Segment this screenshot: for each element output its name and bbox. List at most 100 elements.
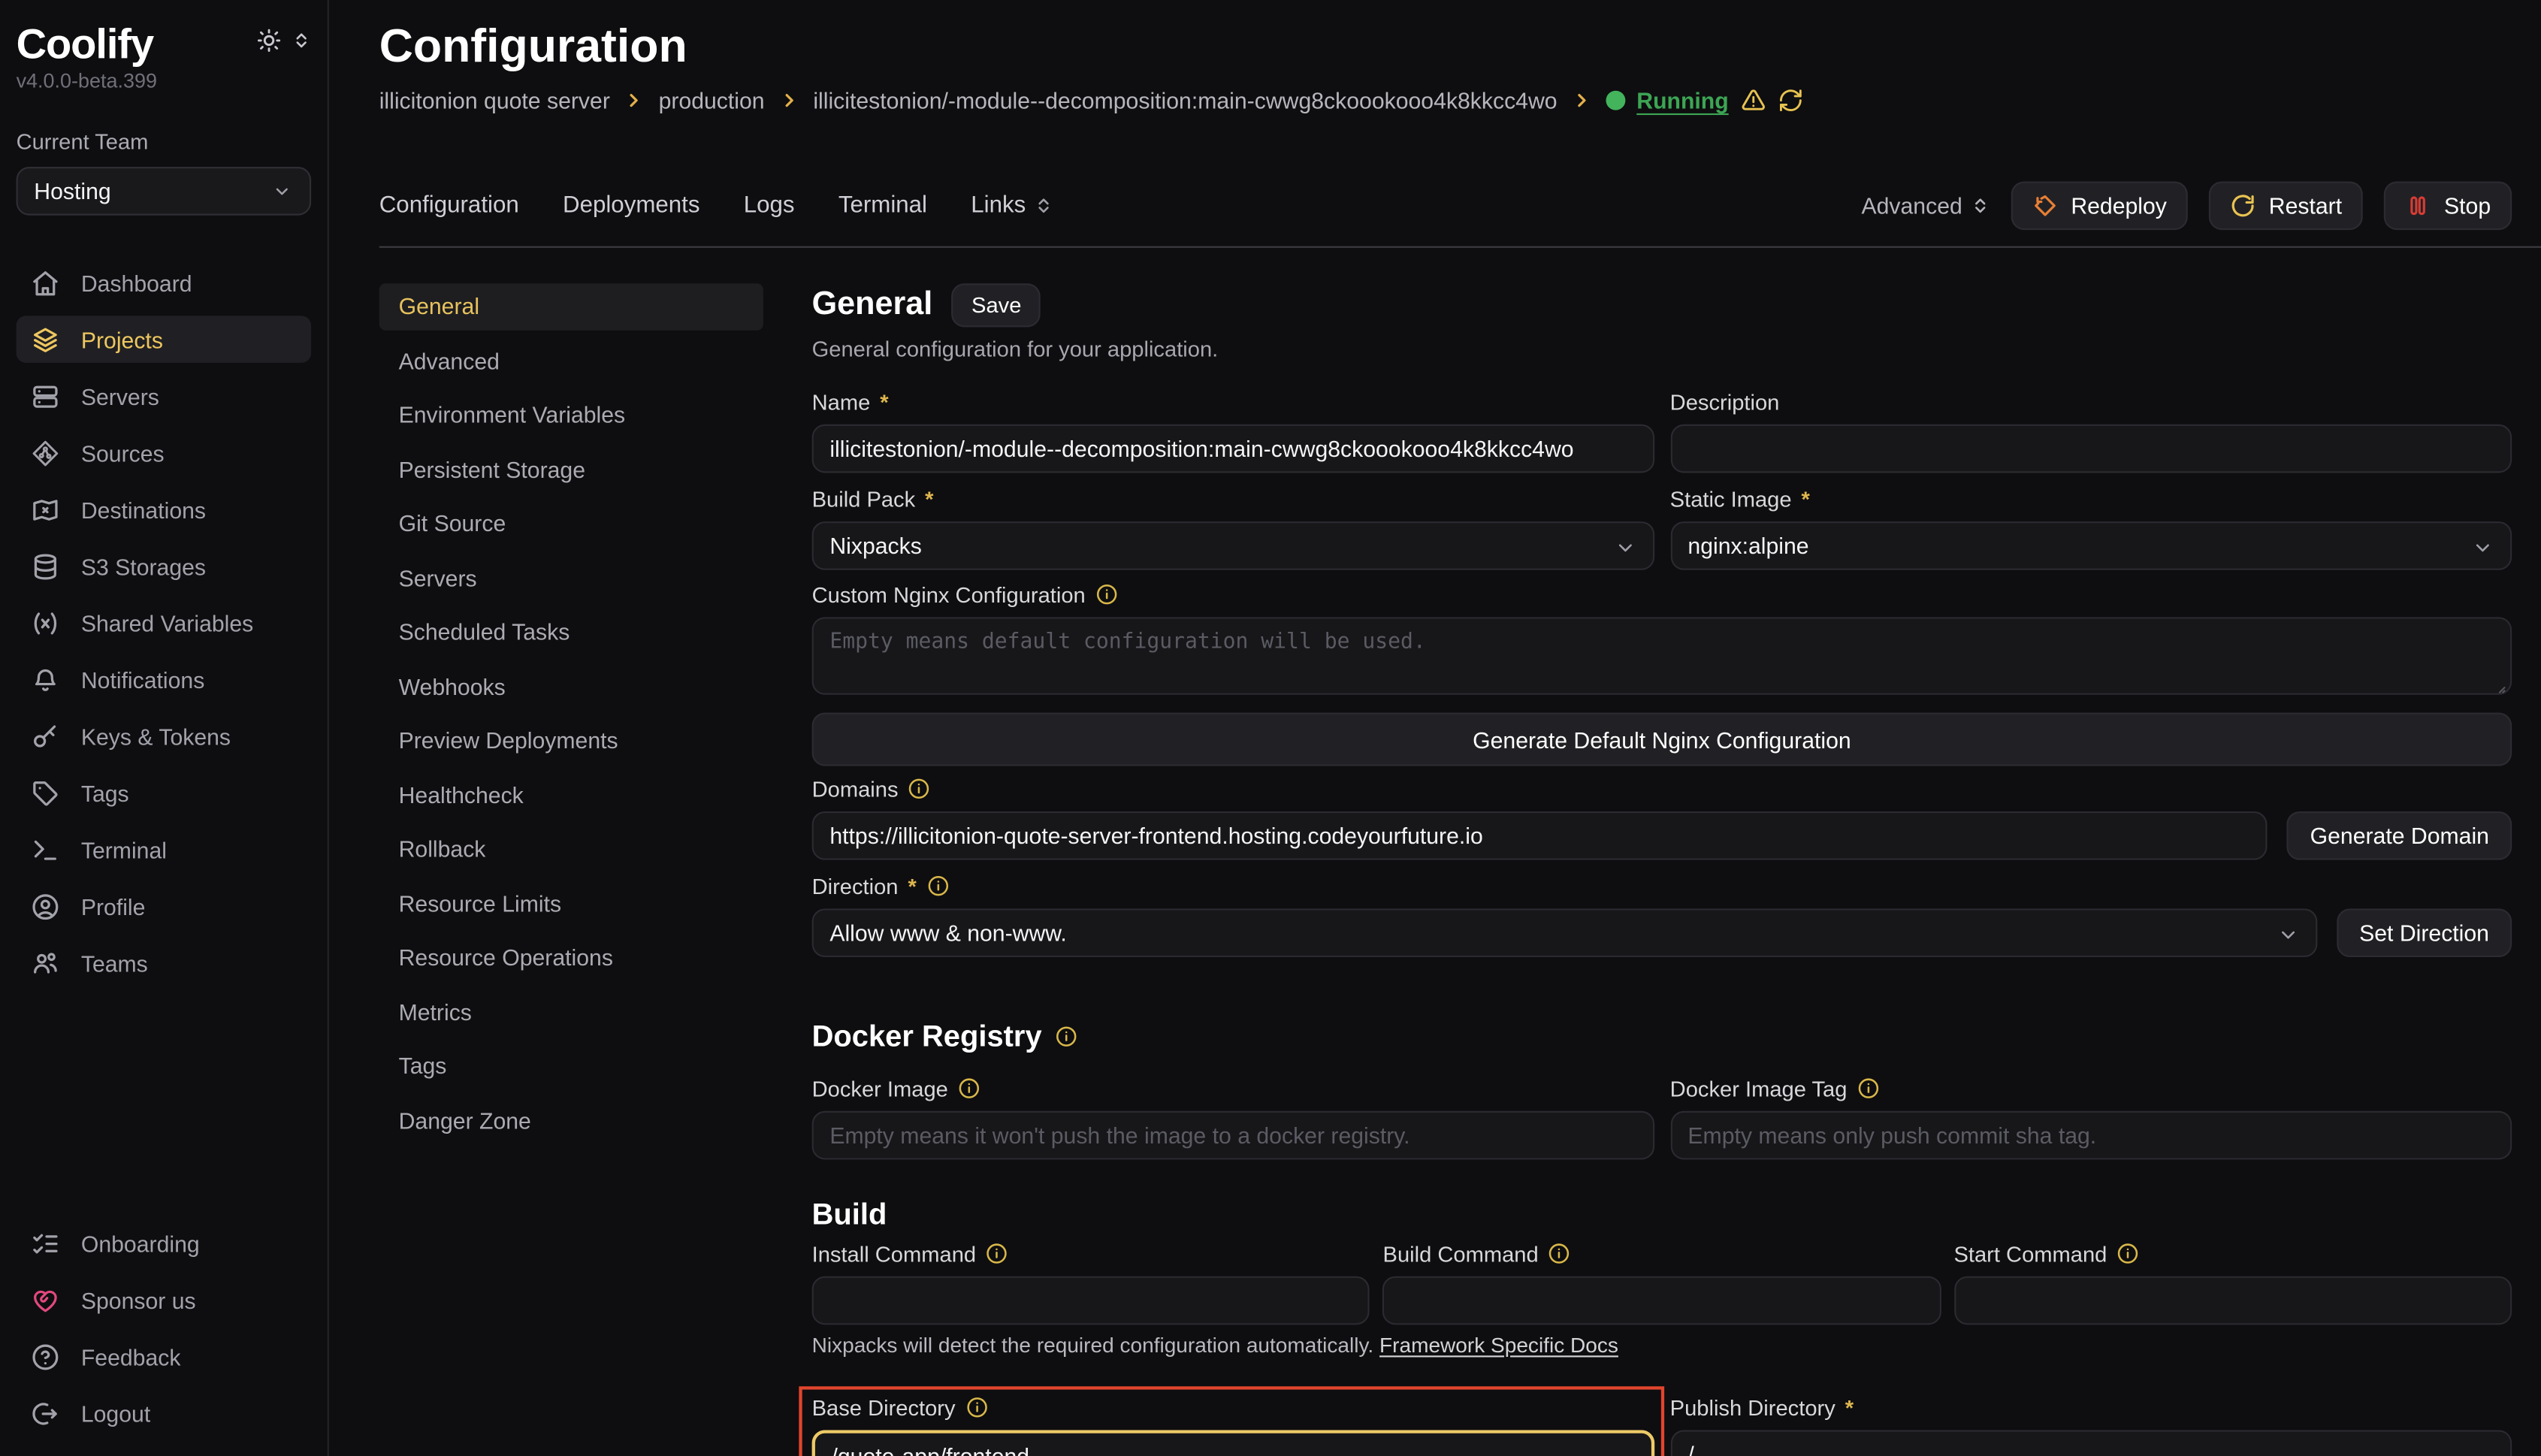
domains-label: Domains [812, 777, 899, 801]
info-icon[interactable] [1055, 1026, 1077, 1048]
logout-icon [31, 1398, 60, 1427]
base-directory-input[interactable] [812, 1430, 1654, 1455]
generate-nginx-button[interactable]: Generate Default Nginx Configuration [812, 713, 2512, 766]
breadcrumb-environment[interactable]: production [659, 87, 765, 113]
base-directory-field: Base Directory [812, 1396, 1654, 1456]
info-icon[interactable] [965, 1396, 988, 1418]
subnav-item-git-source[interactable]: Git Source [379, 500, 763, 546]
sidebar-item-logout[interactable]: Logout [17, 1390, 312, 1437]
docker-image-input[interactable] [812, 1111, 1654, 1160]
sidebar-item-label: Onboarding [81, 1230, 200, 1255]
sidebar-item-label: S3 Storages [81, 553, 206, 578]
sidebar-item-onboarding[interactable]: Onboarding [17, 1219, 312, 1267]
name-input[interactable] [812, 424, 1654, 473]
info-icon[interactable] [2116, 1242, 2139, 1264]
sidebar-item-profile[interactable]: Profile [17, 883, 312, 930]
domains-input[interactable] [812, 811, 2268, 860]
sidebar-item-keys-tokens[interactable]: Keys & Tokens [17, 713, 312, 760]
redeploy-icon [2032, 193, 2059, 219]
build-pack-select[interactable]: Nixpacks [812, 521, 1654, 570]
theme-sun-icon[interactable] [256, 28, 283, 53]
subnav-item-danger-zone[interactable]: Danger Zone [379, 1097, 763, 1143]
subnav-item-resource-limits[interactable]: Resource Limits [379, 881, 763, 926]
subnav-item-general[interactable]: General [379, 283, 763, 329]
info-icon[interactable] [986, 1242, 1008, 1264]
sidebar-item-destinations[interactable]: Destinations [17, 486, 312, 533]
sidebar-item-terminal[interactable]: Terminal [17, 826, 312, 873]
tab-terminal[interactable]: Terminal [838, 193, 927, 219]
sidebar-item-label: Shared Variables [81, 610, 253, 636]
framework-docs-link[interactable]: Framework Specific Docs [1379, 1333, 1618, 1357]
stop-button[interactable]: Stop [2384, 181, 2512, 230]
start-command-input[interactable] [1953, 1276, 2512, 1325]
subnav-item-persistent-storage[interactable]: Persistent Storage [379, 446, 763, 492]
subnav-item-scheduled-tasks[interactable]: Scheduled Tasks [379, 609, 763, 655]
sidebar-item-servers[interactable]: Servers [17, 373, 312, 420]
install-command-input[interactable] [812, 1276, 1370, 1325]
tab-links[interactable]: Links [971, 193, 1053, 219]
info-icon[interactable] [926, 875, 949, 897]
subnav-item-rollback[interactable]: Rollback [379, 826, 763, 871]
sidebar-item-s3-storages[interactable]: S3 Storages [17, 542, 312, 590]
redeploy-button[interactable]: Redeploy [2011, 181, 2188, 230]
sidebar-item-shared-variables[interactable]: Shared Variables [17, 600, 312, 647]
subnav-item-resource-operations[interactable]: Resource Operations [379, 935, 763, 980]
sidebar-item-notifications[interactable]: Notifications [17, 656, 312, 703]
warning-triangle-icon[interactable] [1740, 87, 1766, 113]
generate-domain-button[interactable]: Generate Domain [2287, 811, 2512, 860]
subnav-item-tags[interactable]: Tags [379, 1043, 763, 1089]
info-icon[interactable] [1857, 1077, 1879, 1100]
subnav-item-environment-variables[interactable]: Environment Variables [379, 392, 763, 438]
sidebar: Coolify v4.0.0-beta.399 Current Team Hos… [0, 0, 329, 1456]
subnav-item-webhooks[interactable]: Webhooks [379, 663, 763, 709]
docker-image-tag-label: Docker Image Tag [1670, 1076, 1848, 1100]
breadcrumb-project[interactable]: illicitonion quote server [379, 87, 610, 113]
stop-icon [2405, 193, 2431, 219]
sidebar-item-projects[interactable]: Projects [17, 316, 312, 363]
sidebar-item-sponsor[interactable]: Sponsor us [17, 1276, 312, 1324]
info-icon[interactable] [1548, 1242, 1571, 1264]
subnav-item-servers[interactable]: Servers [379, 554, 763, 600]
sidebar-item-tags[interactable]: Tags [17, 769, 312, 817]
build-command-field: Build Command [1383, 1242, 1941, 1325]
sidebar-item-teams[interactable]: Teams [17, 939, 312, 986]
status-badge: Running [1606, 87, 1803, 113]
tab-deployments[interactable]: Deployments [563, 193, 700, 219]
direction-select[interactable]: Allow www & non-www. [812, 908, 2317, 957]
subnav-item-healthcheck[interactable]: Healthcheck [379, 772, 763, 817]
info-icon[interactable] [908, 778, 930, 800]
restart-button[interactable]: Restart [2209, 181, 2363, 230]
build-pack-field: Build Pack* Nixpacks [812, 488, 1654, 570]
breadcrumb-application[interactable]: illicitestonion/-module--decomposition:m… [813, 87, 1557, 113]
theme-updown-icon[interactable] [292, 31, 311, 50]
nginx-config-textarea[interactable] [812, 617, 2512, 694]
set-direction-button[interactable]: Set Direction [2337, 908, 2512, 957]
save-button[interactable]: Save [952, 283, 1041, 327]
sidebar-item-dashboard[interactable]: Dashboard [17, 259, 312, 307]
sidebar-item-label: Notifications [81, 666, 204, 692]
sidebar-item-feedback[interactable]: Feedback [17, 1333, 312, 1380]
sidebar-item-sources[interactable]: Sources [17, 429, 312, 476]
docker-image-tag-input[interactable] [1670, 1111, 2512, 1160]
info-icon[interactable] [958, 1077, 980, 1100]
general-form: General Save General configuration for y… [812, 283, 2512, 1456]
sidebar-item-label: Destinations [81, 497, 206, 522]
build-command-input[interactable] [1383, 1276, 1941, 1325]
description-input[interactable] [1670, 424, 2512, 473]
sidebar-item-label: Feedback [81, 1343, 181, 1369]
publish-directory-input[interactable] [1670, 1430, 2512, 1455]
static-image-select[interactable]: nginx:alpine [1670, 521, 2512, 570]
subnav-item-preview-deployments[interactable]: Preview Deployments [379, 717, 763, 763]
status-running-link[interactable]: Running [1636, 87, 1728, 113]
subnav-item-advanced[interactable]: Advanced [379, 337, 763, 383]
tab-logs[interactable]: Logs [744, 193, 795, 219]
git-source-icon [31, 438, 60, 467]
resize-handle[interactable] [2488, 675, 2507, 695]
tab-configuration[interactable]: Configuration [379, 193, 519, 219]
info-icon[interactable] [1095, 583, 1118, 606]
main-area: Configuration illicitonion quote server … [329, 0, 2541, 1456]
advanced-menu[interactable]: Advanced [1861, 193, 1990, 219]
team-select[interactable]: Hosting [17, 167, 312, 216]
subnav-item-metrics[interactable]: Metrics [379, 989, 763, 1035]
refresh-icon[interactable] [1777, 87, 1803, 113]
